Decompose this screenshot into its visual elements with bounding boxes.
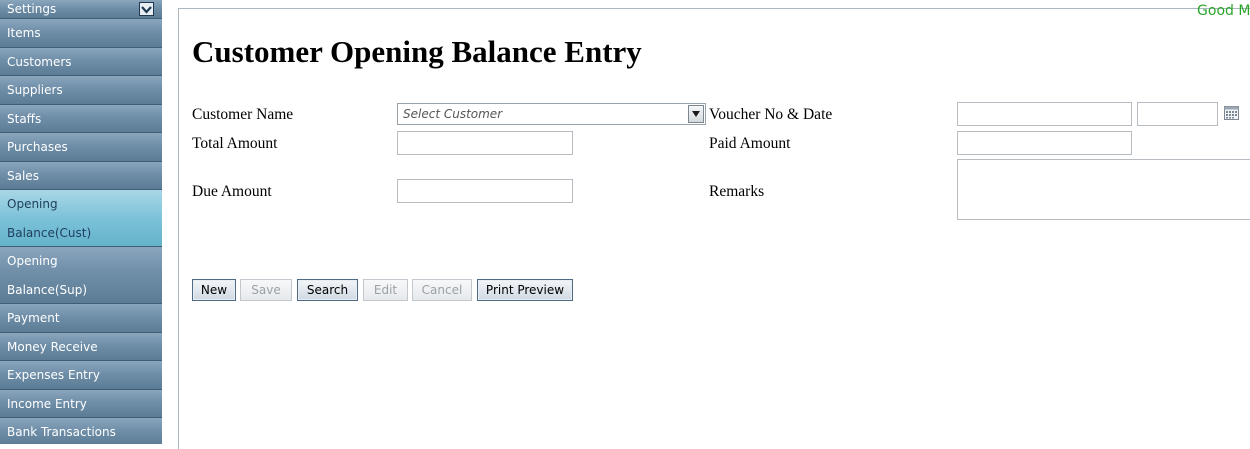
sidebar-item-opening-balance-cust[interactable]: Opening Balance(Cust): [0, 190, 162, 247]
edit-button[interactable]: Edit: [363, 279, 408, 301]
sidebar-item-payment[interactable]: Payment: [0, 304, 162, 333]
sidebar-item-staffs[interactable]: Staffs: [0, 104, 162, 133]
sidebar-item-sales[interactable]: Sales: [0, 161, 162, 190]
voucher-label: Voucher No & Date: [709, 106, 833, 123]
sidebar-header-label: Settings: [7, 2, 57, 16]
sidebar-item-label-line1: Opening: [7, 254, 58, 268]
customer-select[interactable]: Select Customer: [397, 103, 706, 125]
sidebar-item-items[interactable]: Items: [0, 19, 162, 48]
sidebar-item-label-line1: Opening: [7, 197, 58, 211]
remarks-textarea[interactable]: [957, 159, 1250, 220]
paid-amount-label: Paid Amount: [709, 135, 791, 152]
due-amount-input[interactable]: [397, 179, 573, 203]
total-amount-input[interactable]: [397, 131, 573, 155]
print-preview-button[interactable]: Print Preview: [477, 279, 573, 301]
search-button[interactable]: Search: [297, 279, 358, 301]
save-button[interactable]: Save: [240, 279, 292, 301]
page-title: Customer Opening Balance Entry: [192, 34, 642, 69]
sidebar-item-label-line2: Balance(Sup): [7, 282, 88, 297]
sidebar-item-suppliers[interactable]: Suppliers: [0, 76, 162, 105]
content-panel: Good Mo: [178, 3, 1250, 449]
sidebar-item-customers[interactable]: Customers: [0, 47, 162, 76]
greeting-text: Good Mo: [1197, 3, 1250, 19]
dropdown-arrow-icon[interactable]: [688, 105, 704, 123]
sidebar-item-money-receive[interactable]: Money Receive: [0, 332, 162, 361]
sidebar-item-label-line2: Balance(Cust): [7, 225, 92, 240]
sidebar-item-income-entry[interactable]: Income Entry: [0, 389, 162, 418]
sidebar-item-purchases[interactable]: Purchases: [0, 133, 162, 162]
sidebar: Settings Items Customers Suppliers Staff…: [0, 0, 162, 444]
sidebar-header-settings[interactable]: Settings: [0, 0, 162, 19]
customer-select-placeholder: Select Customer: [403, 107, 503, 121]
remarks-label: Remarks: [709, 183, 765, 200]
chevron-down-icon[interactable]: [139, 2, 154, 16]
due-amount-label: Due Amount: [192, 183, 272, 200]
new-button[interactable]: New: [192, 279, 236, 301]
calendar-icon[interactable]: [1224, 106, 1239, 120]
sidebar-item-bank-transactions[interactable]: Bank Transactions: [0, 418, 162, 444]
voucher-date-input[interactable]: [1137, 102, 1218, 126]
cancel-button[interactable]: Cancel: [412, 279, 472, 301]
paid-amount-input[interactable]: [957, 131, 1132, 155]
total-amount-label: Total Amount: [192, 135, 278, 152]
voucher-no-input[interactable]: [957, 102, 1132, 126]
customer-name-label: Customer Name: [192, 106, 294, 123]
sidebar-item-opening-balance-sup[interactable]: Opening Balance(Sup): [0, 247, 162, 304]
sidebar-item-expenses-entry[interactable]: Expenses Entry: [0, 361, 162, 390]
